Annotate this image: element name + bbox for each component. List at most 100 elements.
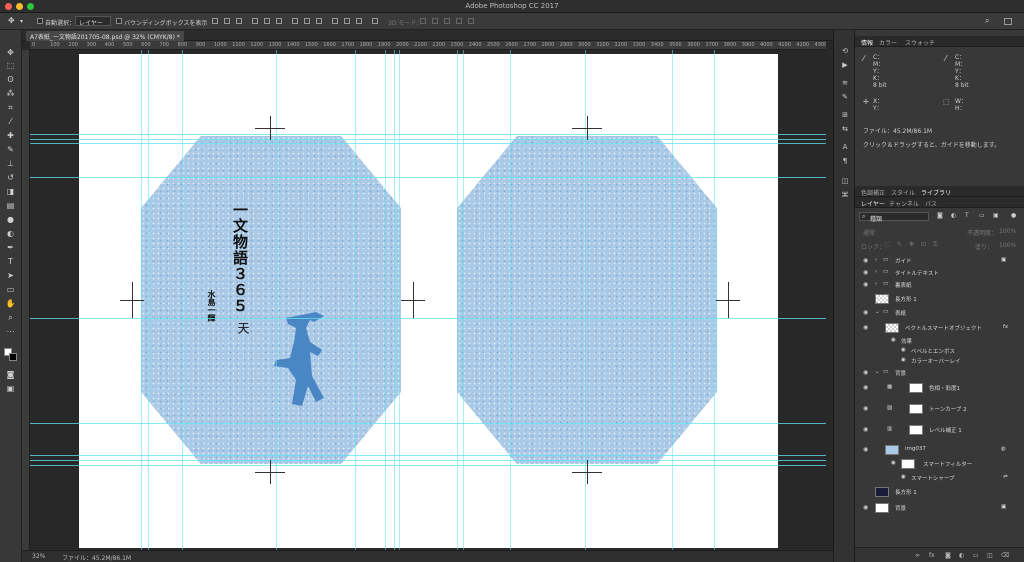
actions-icon[interactable]: ▶ — [841, 62, 849, 69]
tab-swatches[interactable]: スウォッチ — [905, 38, 935, 47]
filter-options-icon[interactable]: ⇌ — [1003, 474, 1008, 480]
layer-row-smart-filters[interactable]: ◉ スマートフィルター — [855, 458, 1024, 469]
guide-line[interactable] — [182, 50, 183, 550]
layer-row-background-group[interactable]: ◉ ⌄ ▭ 背景 — [855, 367, 1024, 378]
document-canvas[interactable]: 一文物語３６５ 天 水島一輝 — [30, 50, 826, 550]
new-layer-icon[interactable]: ◫ — [987, 552, 993, 559]
guide-line[interactable] — [148, 50, 149, 550]
scale-3d-icon[interactable] — [468, 18, 474, 24]
link-icon[interactable]: ∞ — [915, 552, 920, 559]
layer-row-title-text[interactable]: ◉ › ▭ タイトルテキスト — [855, 267, 1024, 278]
distribute-bottom-icon[interactable] — [316, 18, 322, 24]
tab-info[interactable]: 情報 — [861, 38, 873, 47]
guide-line[interactable] — [30, 318, 826, 319]
tab-libraries[interactable]: ライブラリ — [921, 188, 951, 197]
filter-type-icon[interactable]: T — [965, 212, 969, 219]
lock-paint-icon[interactable]: ✎ — [897, 241, 902, 248]
trash-icon[interactable]: ⌫ — [1001, 552, 1009, 559]
guide-line[interactable] — [510, 50, 511, 550]
adjustments-icon[interactable]: ⇆ — [841, 126, 849, 133]
guide-line[interactable] — [30, 134, 826, 135]
visibility-eye-icon[interactable]: ◉ — [891, 460, 896, 466]
align-bottom-icon[interactable] — [236, 18, 242, 24]
mask-icon[interactable]: ◙ — [945, 552, 951, 559]
fill-value[interactable]: 100% — [999, 242, 1016, 249]
opacity-value[interactable]: 100% — [999, 228, 1016, 235]
guide-line[interactable] — [30, 143, 826, 144]
workspace-icon[interactable] — [1004, 18, 1012, 25]
align-top-icon[interactable] — [212, 18, 218, 24]
visibility-eye-icon[interactable]: ◉ — [863, 405, 868, 412]
tab-channels[interactable]: チャンネル — [889, 199, 919, 208]
visibility-eye-icon[interactable]: ◉ — [863, 269, 868, 276]
path-selection-icon[interactable]: ➤ — [5, 271, 16, 280]
magic-wand-icon[interactable]: ⁂ — [5, 89, 16, 98]
visibility-eye-icon[interactable]: ◉ — [901, 474, 906, 480]
layer-row-smart-sharpen[interactable]: ◉ スマートシャープ ⇌ — [855, 472, 1024, 483]
expand-chevron-icon[interactable]: ⌄ — [875, 369, 880, 375]
visibility-eye-icon[interactable]: ◉ — [863, 504, 868, 511]
visibility-eye-icon[interactable]: ◉ — [891, 337, 896, 343]
expand-chevron-icon[interactable]: › — [875, 269, 877, 275]
visibility-eye-icon[interactable]: ◉ — [863, 309, 868, 316]
brush-icon[interactable]: ✎ — [5, 145, 16, 154]
visibility-eye-icon[interactable]: ◉ — [863, 384, 868, 391]
quick-mask-icon[interactable]: ◙ — [5, 370, 16, 379]
character-icon[interactable]: A — [841, 144, 849, 151]
layer-row-color-overlay[interactable]: ◉ カラーオーバーレイ — [855, 355, 1024, 366]
layer-row-levels[interactable]: ◉ ▥ レベル補正 1 — [855, 424, 1024, 435]
slide-3d-icon[interactable] — [456, 18, 462, 24]
auto-select-checkbox[interactable] — [37, 18, 43, 24]
align-left-icon[interactable] — [252, 18, 258, 24]
guide-line[interactable] — [385, 50, 386, 550]
guide-line[interactable] — [30, 460, 826, 461]
blur-icon[interactable]: ● — [5, 215, 16, 224]
guide-line[interactable] — [30, 177, 826, 178]
history-icon[interactable]: ⟲ — [841, 48, 849, 55]
document-tab[interactable]: A7表紙_一文物語201705-08.psd @ 32% (CMYK/8) * — [26, 31, 184, 41]
marquee-icon[interactable]: ⬚ — [5, 61, 16, 70]
move-tool-icon[interactable]: ✥ — [8, 16, 15, 25]
distribute-left-icon[interactable] — [332, 18, 338, 24]
filter-shape-icon[interactable]: ▭ — [979, 212, 985, 219]
expand-chevron-icon[interactable]: › — [875, 281, 877, 287]
paths-icon[interactable]: ⌘ — [841, 192, 849, 199]
guide-line[interactable] — [672, 50, 673, 550]
history-brush-icon[interactable]: ↺ — [5, 173, 16, 182]
filter-adjust-icon[interactable]: ◐ — [951, 212, 956, 219]
align-center-icon[interactable] — [264, 18, 270, 24]
file-size-status[interactable]: ファイル：45.2M/86.1M — [62, 553, 131, 562]
guide-line[interactable] — [714, 50, 715, 550]
tab-layers[interactable]: レイヤー — [861, 199, 885, 208]
align-right-icon[interactable] — [276, 18, 282, 24]
zoom-level[interactable]: 32% — [32, 553, 45, 560]
visibility-eye-icon[interactable]: ◉ — [863, 369, 868, 376]
horizontal-ruler[interactable]: 0 100 200 300 400 500 600 700 800 900 1000 1100 1200… — [30, 41, 826, 50]
layer-row-rectangle-1-bottom[interactable]: 長方形 1 — [855, 486, 1024, 497]
distribute-right-icon[interactable] — [356, 18, 362, 24]
brush-presets-icon[interactable]: ✎ — [841, 94, 849, 101]
guide-line[interactable] — [394, 50, 395, 550]
gradient-icon[interactable]: ▤ — [5, 201, 16, 210]
filter-pixel-icon[interactable]: ◙ — [937, 212, 943, 219]
crop-icon[interactable]: ⌗ — [5, 103, 16, 112]
type-icon[interactable]: T — [5, 257, 16, 266]
visibility-eye-icon[interactable]: ◉ — [863, 426, 868, 433]
layer-row-front-cover[interactable]: ◉ ⌄ ▭ 表紙 — [855, 307, 1024, 318]
move-icon[interactable]: ✥ — [5, 48, 16, 57]
pen-icon[interactable]: ✒ — [5, 243, 16, 252]
guide-line[interactable] — [30, 465, 826, 466]
brush-settings-icon[interactable]: ≋ — [841, 80, 849, 87]
background-color-swatch[interactable] — [9, 353, 17, 361]
orbit-3d-icon[interactable] — [420, 18, 426, 24]
layer-row-back-cover[interactable]: ◉ › ▭ 裏表紙 — [855, 279, 1024, 290]
layer-comps-icon[interactable]: ◫ — [841, 178, 849, 185]
lock-all-icon[interactable]: ⚿ — [933, 241, 938, 249]
clone-stamp-icon[interactable]: ⊥ — [5, 159, 16, 168]
guide-line[interactable] — [30, 455, 826, 456]
align-middle-icon[interactable] — [224, 18, 230, 24]
tab-color[interactable]: カラー — [879, 38, 897, 47]
visibility-eye-icon[interactable]: ◉ — [901, 347, 906, 353]
guide-line[interactable] — [399, 50, 400, 550]
pan-3d-icon[interactable] — [444, 18, 450, 24]
